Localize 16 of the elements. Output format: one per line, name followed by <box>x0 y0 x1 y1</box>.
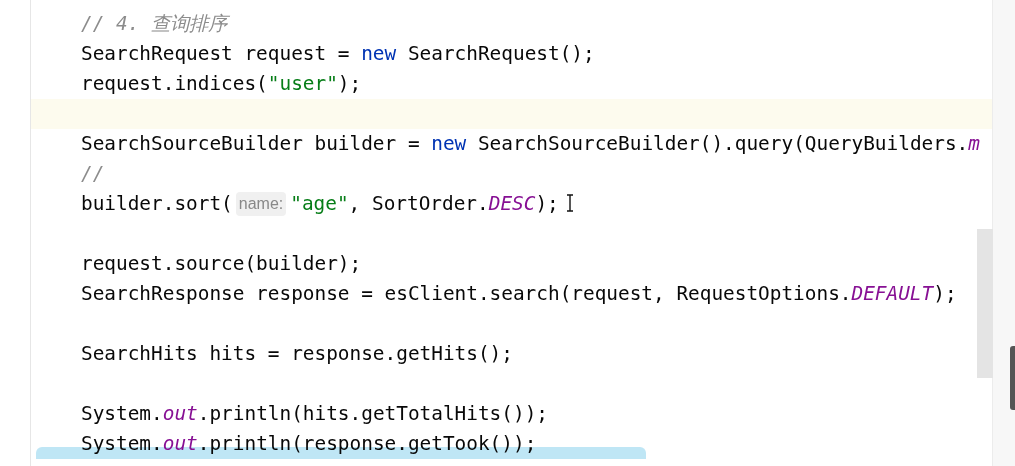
code-text: builder.sort( <box>81 191 233 217</box>
code-text: SearchRequest request = new SearchRequest(); <box>81 41 595 67</box>
code-text: System.out.println(hits.getTotalHits()); <box>81 401 548 427</box>
code-text: SearchHits hits = response.getHits(); <box>81 341 513 367</box>
text-cursor-icon <box>566 194 574 212</box>
code-text: // 4. 查询排序 <box>81 11 228 37</box>
window-edge <box>1010 346 1015 410</box>
code-text: // <box>81 161 105 187</box>
code-text: System.out.println(response.getTook()); <box>81 431 537 457</box>
scrollbar-thumb[interactable] <box>977 229 993 378</box>
inlay-hint: name: <box>235 192 287 216</box>
code-text: SearchResponse response = esClient.search(request, RequestOptions.DEFAULT); <box>81 281 957 307</box>
code-text: request.indices("user"); <box>81 71 362 97</box>
code-text: SearchSourceBuilder builder = new SearchSourceBuilder().query(QueryBuilders.m <box>81 131 980 157</box>
code-text: "age", SortOrder.DESC); <box>290 191 559 217</box>
code-text: request.source(builder); <box>81 251 362 277</box>
